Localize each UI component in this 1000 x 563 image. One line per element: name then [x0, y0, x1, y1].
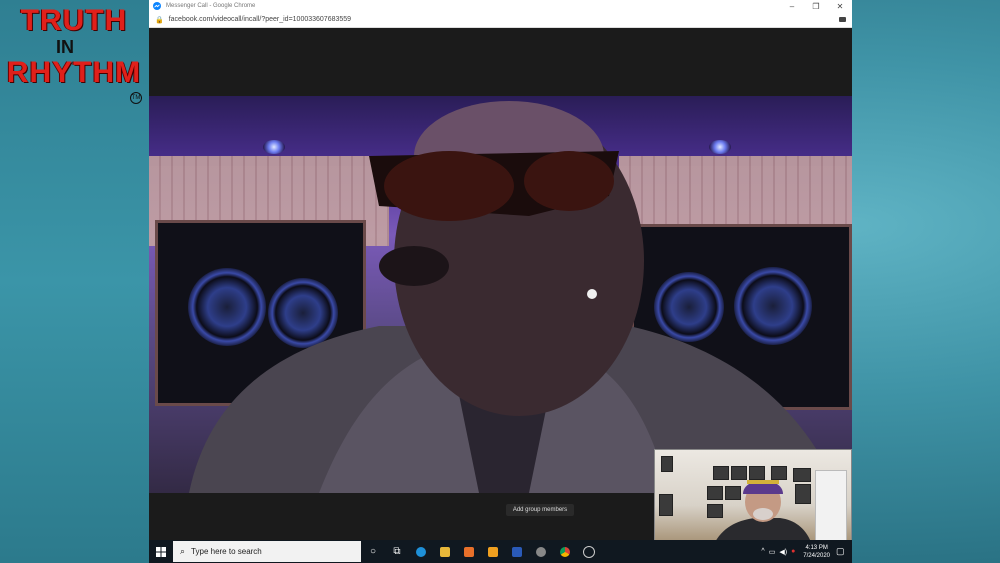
clock-time: 4:13 PM: [805, 544, 828, 551]
network-icon[interactable]: ▭: [769, 548, 776, 556]
cortana-icon[interactable]: ○: [361, 540, 385, 563]
truth-in-rhythm-logo: TRUTH IN RHYTHM TM: [4, 6, 144, 106]
trademark-mark: TM: [130, 92, 142, 104]
restore-button[interactable]: ❐: [804, 0, 828, 12]
logo-line-1: TRUTH: [20, 4, 128, 37]
address-bar[interactable]: 🔒 facebook.com/videocall/incall/?peer_id…: [149, 12, 852, 28]
app-icon[interactable]: [529, 540, 553, 563]
window-controls: – ❐ ✕: [780, 0, 852, 12]
chevron-up-icon[interactable]: ^: [761, 548, 764, 555]
chrome-icon[interactable]: [553, 540, 577, 563]
url-text[interactable]: facebook.com/videocall/incall/?peer_id=1…: [169, 16, 351, 23]
desktop-background-left: TRUTH IN RHYTHM TM: [0, 0, 149, 563]
taskbar-search[interactable]: ⌕ Type here to search: [173, 541, 361, 562]
lock-icon[interactable]: 🔒: [155, 16, 164, 24]
messenger-icon: [153, 2, 161, 10]
file-explorer-icon[interactable]: [433, 540, 457, 563]
media-player-icon[interactable]: [457, 540, 481, 563]
logo-line-2: IN: [56, 37, 74, 57]
browser-window: Messenger Call - Google Chrome – ❐ ✕ 🔒 f…: [149, 0, 852, 563]
logo-line-3: RHYTHM: [6, 56, 142, 89]
self-participant: [715, 480, 811, 542]
search-icon: ⌕: [180, 546, 186, 556]
title-bar[interactable]: Messenger Call - Google Chrome – ❐ ✕: [149, 0, 852, 12]
camera-icon[interactable]: [839, 17, 846, 22]
notification-icon[interactable]: ▢: [836, 546, 848, 557]
system-tray: ^ ▭ ◀) ● 4:13 PM 7/24/2020 ▢: [759, 540, 852, 563]
remote-video[interactable]: [149, 96, 852, 493]
app2-icon[interactable]: [577, 540, 601, 563]
word-icon[interactable]: [505, 540, 529, 563]
edge-icon[interactable]: [409, 540, 433, 563]
outlook-icon[interactable]: [481, 540, 505, 563]
windows-icon: [156, 546, 166, 557]
add-group-members-tooltip: Add group members: [506, 504, 574, 516]
clock[interactable]: 4:13 PM 7/24/2020: [803, 544, 830, 560]
task-view-icon[interactable]: ⧉: [385, 540, 409, 563]
windows-taskbar: ⌕ Type here to search ○ ⧉ ^ ▭ ◀) ● 4:13 …: [149, 540, 852, 563]
volume-icon[interactable]: ◀): [779, 548, 787, 556]
search-placeholder[interactable]: Type here to search: [191, 547, 262, 556]
window-title: Messenger Call - Google Chrome: [166, 3, 256, 9]
alert-icon[interactable]: ●: [791, 548, 795, 555]
minimize-button[interactable]: –: [780, 0, 804, 12]
close-button[interactable]: ✕: [828, 0, 852, 12]
clock-date: 7/24/2020: [803, 552, 830, 559]
start-button[interactable]: [149, 540, 173, 563]
self-view-video[interactable]: [654, 449, 852, 543]
remote-participant: [189, 101, 839, 493]
